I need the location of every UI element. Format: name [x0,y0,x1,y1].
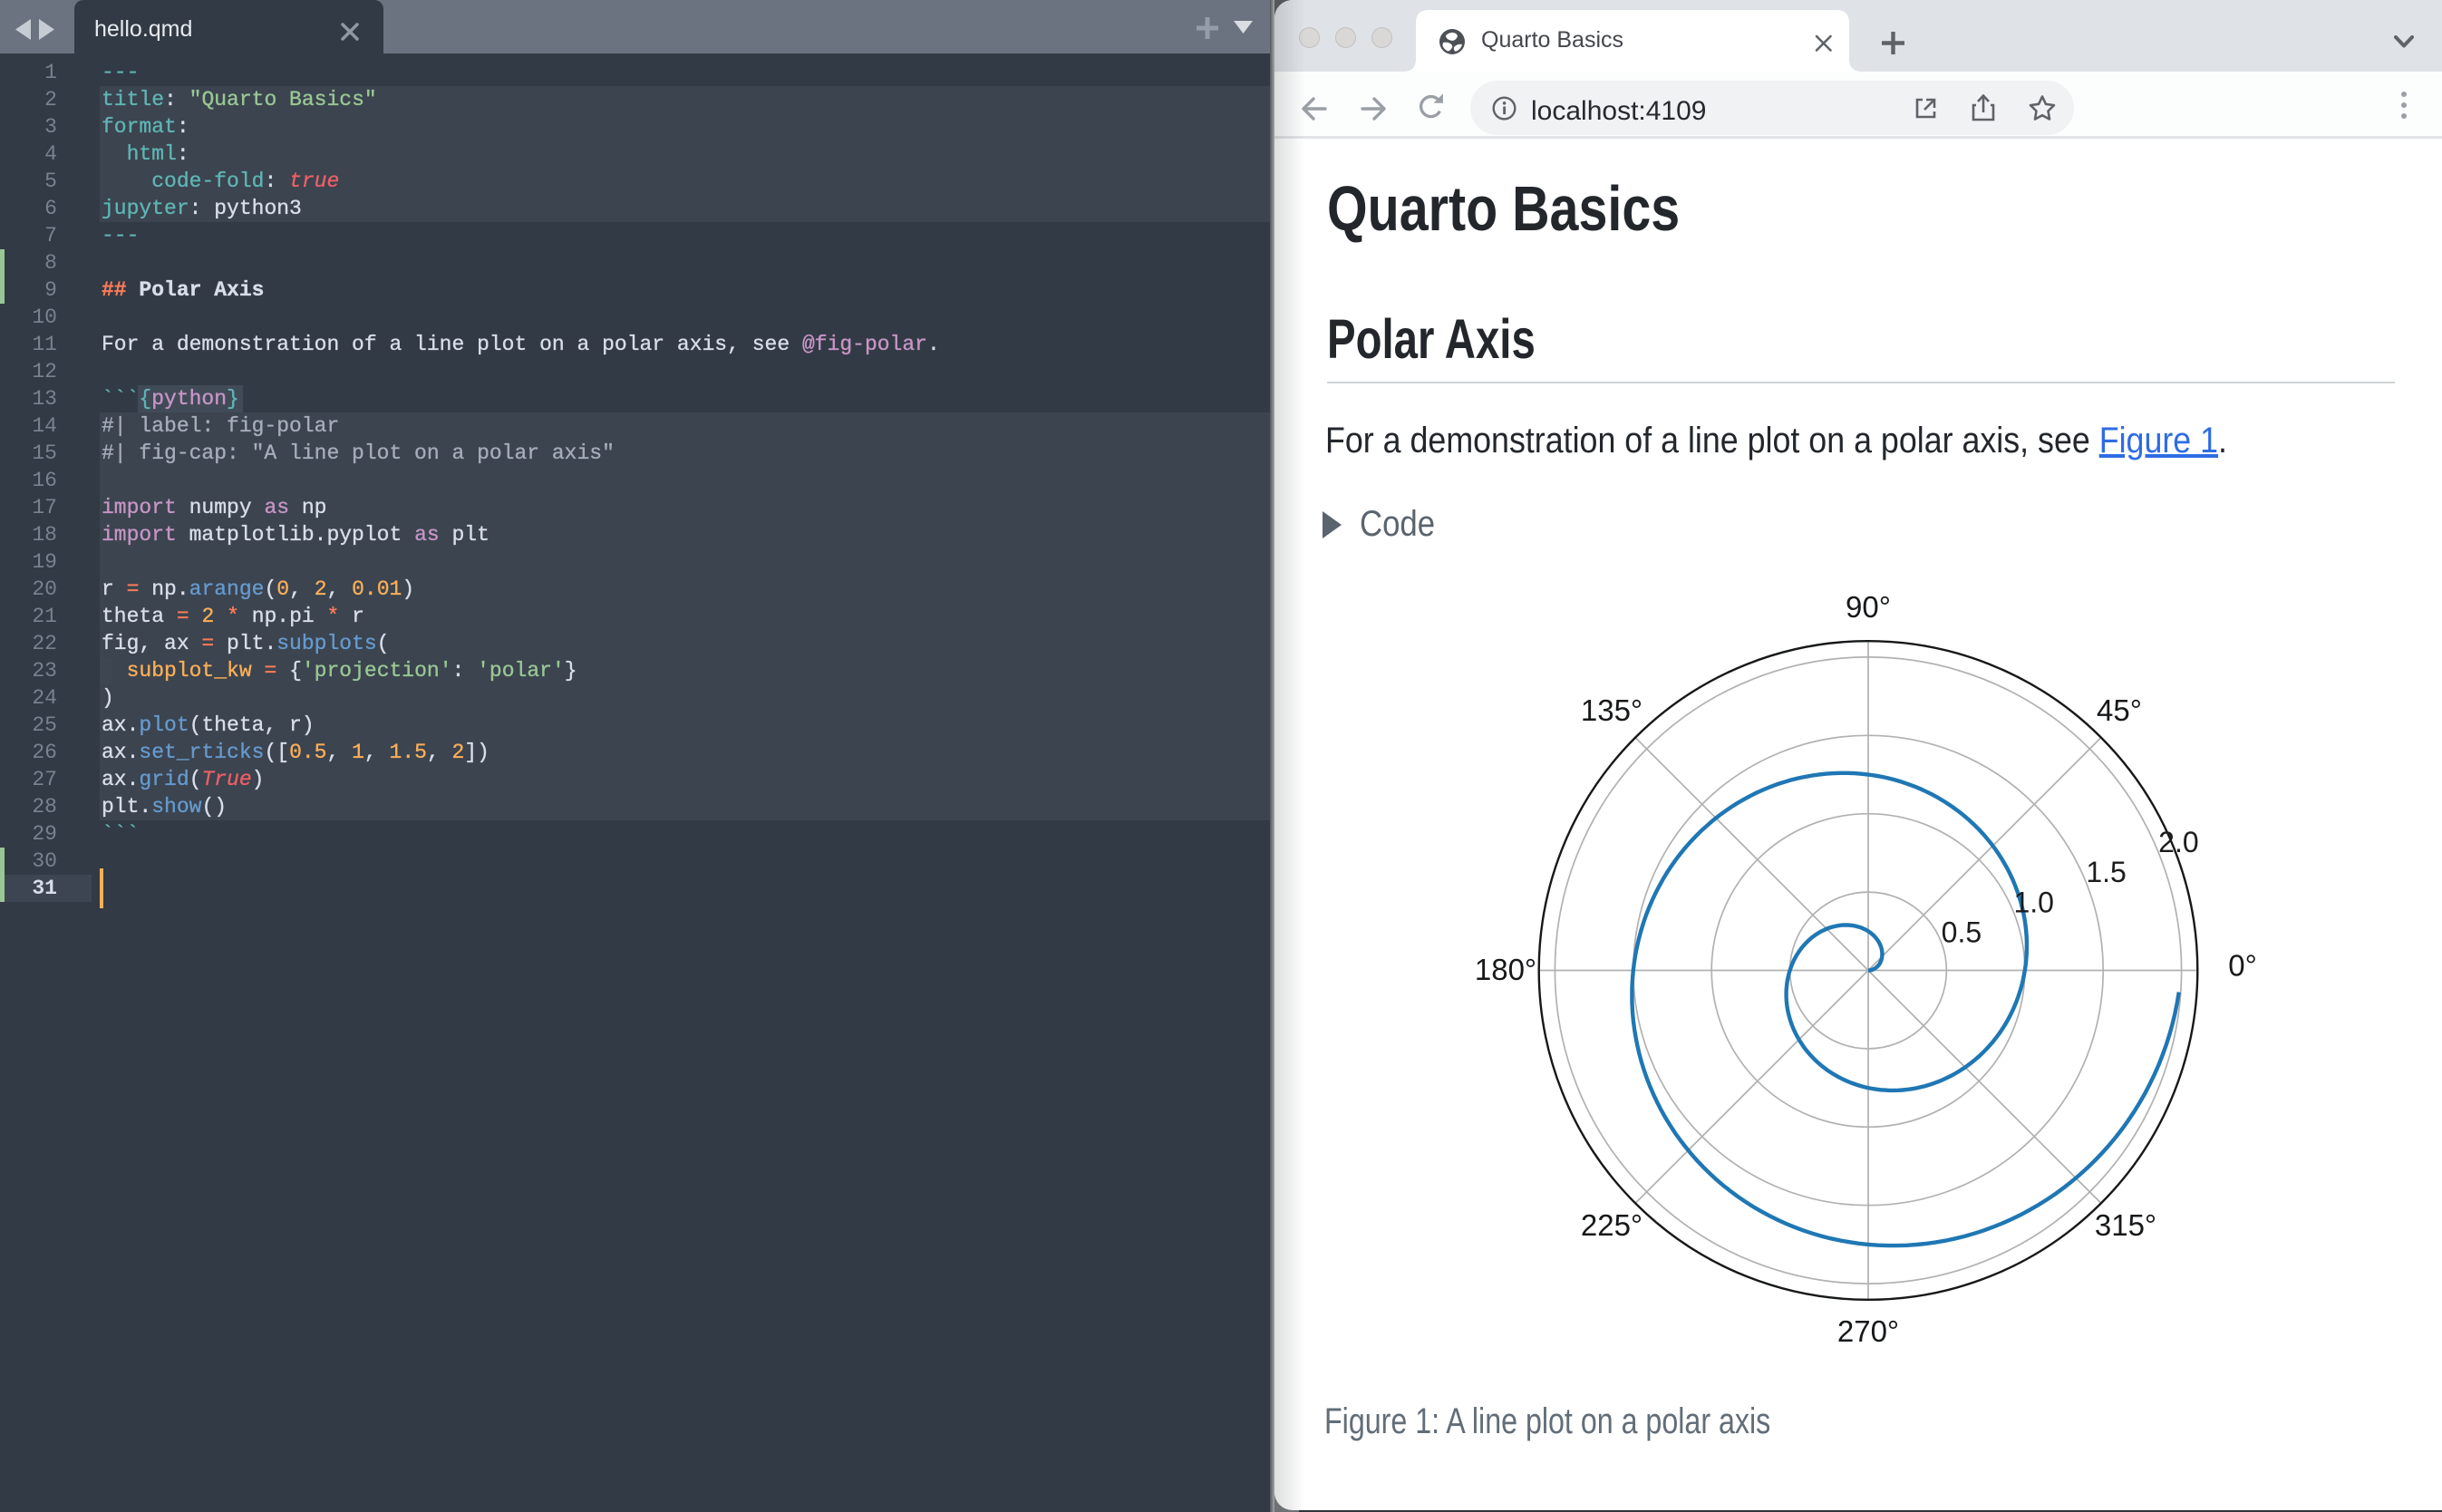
svg-text:0.5: 0.5 [1942,916,1982,948]
svg-text:315°: 315° [2095,1208,2156,1242]
svg-text:1.0: 1.0 [2013,886,2053,918]
svg-text:1.5: 1.5 [2086,856,2126,888]
svg-text:90°: 90° [1846,590,1891,624]
svg-text:45°: 45° [2097,693,2142,727]
svg-text:180°: 180° [1475,953,1536,986]
svg-text:225°: 225° [1581,1208,1643,1242]
svg-text:135°: 135° [1581,693,1643,727]
svg-text:0°: 0° [2228,949,2257,983]
svg-text:270°: 270° [1837,1314,1899,1348]
svg-text:2.0: 2.0 [2158,826,2198,858]
